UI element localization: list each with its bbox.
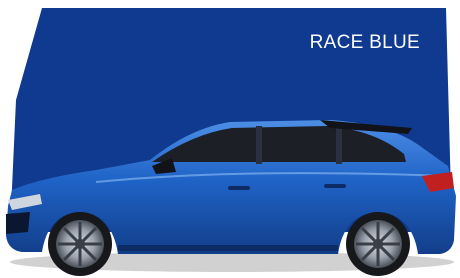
colour-preview: RACE BLUE: [0, 0, 460, 278]
front-wheel: [48, 212, 112, 276]
rear-wheel: [346, 212, 410, 276]
car-side-view-image: [6, 120, 456, 276]
